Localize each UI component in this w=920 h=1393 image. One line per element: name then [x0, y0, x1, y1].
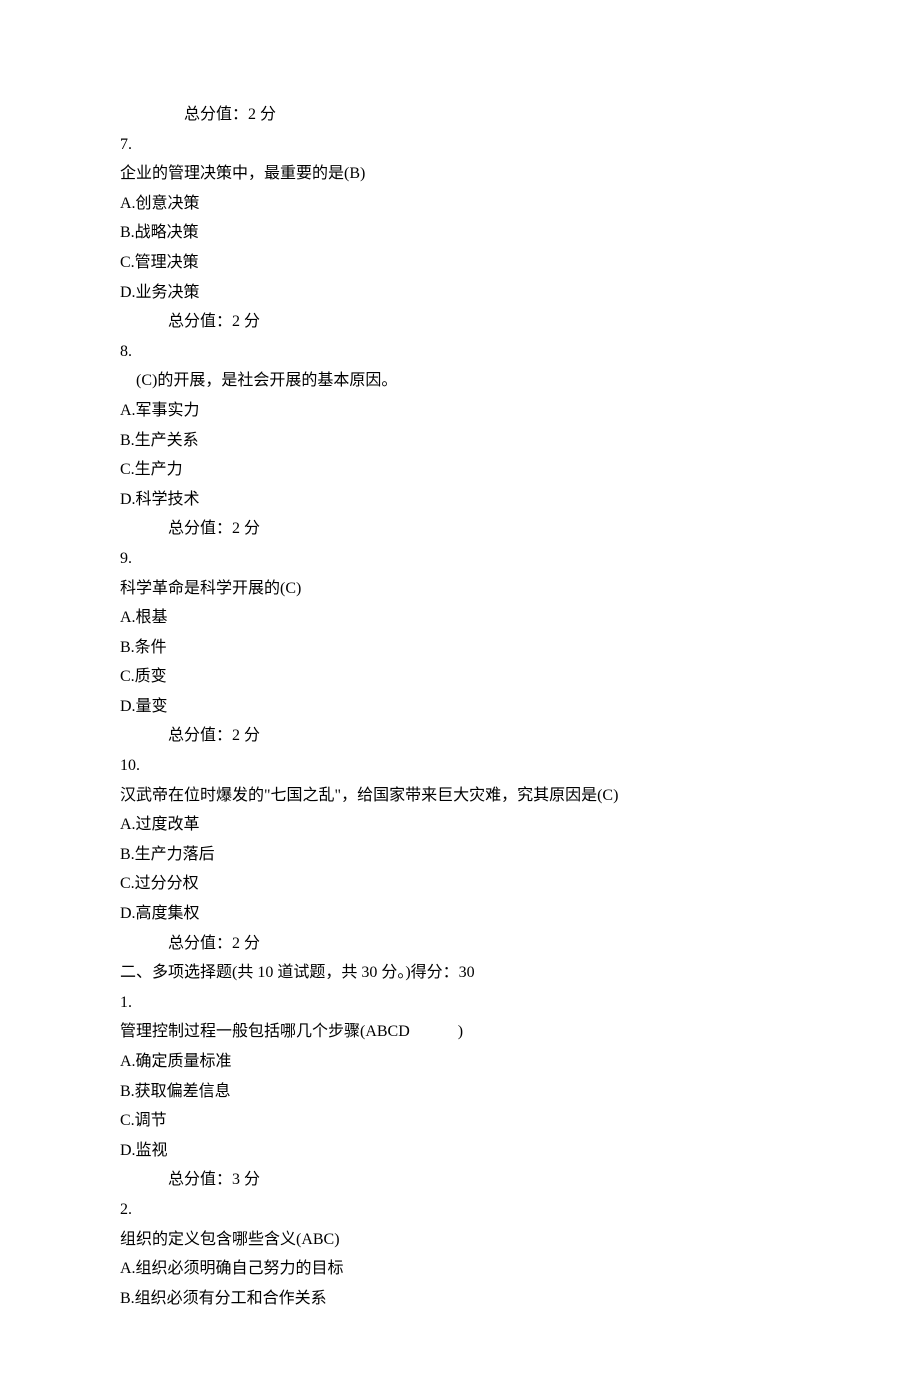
- question-number: 2.: [120, 1195, 800, 1225]
- question-option: D.量变: [120, 692, 800, 722]
- question-number: 8.: [120, 337, 800, 367]
- question-option: D.监视: [120, 1136, 800, 1166]
- question-stem: 企业的管理决策中，最重要的是(B): [120, 159, 800, 189]
- question-option: B.获取偏差信息: [120, 1077, 800, 1107]
- score-line: 总分值：2 分: [120, 307, 800, 337]
- question-option: C.管理决策: [120, 248, 800, 278]
- question-option: C.生产力: [120, 455, 800, 485]
- question-number: 1.: [120, 988, 800, 1018]
- question-option: B.战略决策: [120, 218, 800, 248]
- question-option: B.生产力落后: [120, 840, 800, 870]
- score-line: 总分值：2 分: [120, 100, 800, 130]
- question-option: D.科学技术: [120, 485, 800, 515]
- question-number: 10.: [120, 751, 800, 781]
- question-option: A.确定质量标准: [120, 1047, 800, 1077]
- question-option: A.军事实力: [120, 396, 800, 426]
- question-option: C.质变: [120, 662, 800, 692]
- question-option: B.条件: [120, 633, 800, 663]
- score-line: 总分值：2 分: [120, 514, 800, 544]
- question-option: D.业务决策: [120, 278, 800, 308]
- question-stem: 组织的定义包含哪些含义(ABC): [120, 1225, 800, 1255]
- question-stem: 科学革命是科学开展的(C): [120, 574, 800, 604]
- score-line: 总分值：2 分: [120, 721, 800, 751]
- document-page: 总分值：2 分 7. 企业的管理决策中，最重要的是(B) A.创意决策 B.战略…: [0, 0, 920, 1393]
- question-stem: 汉武帝在位时爆发的"七国之乱"，给国家带来巨大灾难，究其原因是(C): [120, 781, 800, 811]
- score-line: 总分值：2 分: [120, 929, 800, 959]
- question-option: D.高度集权: [120, 899, 800, 929]
- score-line: 总分值：3 分: [120, 1165, 800, 1195]
- question-option: A.根基: [120, 603, 800, 633]
- question-stem: (C)的开展，是社会开展的基本原因。: [120, 366, 800, 396]
- question-number: 7.: [120, 130, 800, 160]
- question-option: A.组织必须明确自己努力的目标: [120, 1254, 800, 1284]
- question-option: A.过度改革: [120, 810, 800, 840]
- question-option: B.组织必须有分工和合作关系: [120, 1284, 800, 1314]
- question-option: B.生产关系: [120, 426, 800, 456]
- question-option: A.创意决策: [120, 189, 800, 219]
- question-number: 9.: [120, 544, 800, 574]
- section-header: 二、多项选择题(共 10 道试题，共 30 分。)得分：30: [120, 958, 800, 988]
- question-option: C.调节: [120, 1106, 800, 1136]
- question-option: C.过分分权: [120, 869, 800, 899]
- question-stem: 管理控制过程一般包括哪几个步骤(ABCD ): [120, 1017, 800, 1047]
